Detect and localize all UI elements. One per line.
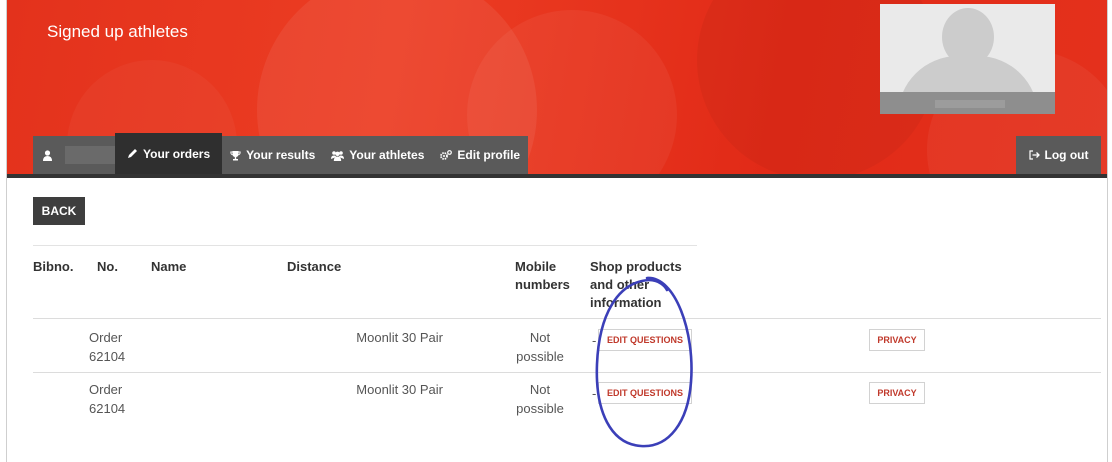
tab-your-results[interactable]: Your results	[222, 136, 323, 174]
logout-label: Log out	[1044, 148, 1089, 162]
tab-edit-profile[interactable]: Edit profile	[432, 136, 528, 174]
gears-icon	[440, 149, 453, 160]
tab-your-orders-label: Your orders	[143, 146, 211, 161]
mobile-line2: possible	[516, 401, 564, 416]
user-icon	[43, 149, 52, 161]
tab-your-athletes[interactable]: Your athletes	[323, 136, 432, 174]
row-1-top-border	[33, 318, 1101, 319]
annotation-ellipse	[595, 276, 693, 448]
mobile-line1: Not	[529, 330, 551, 345]
nav-user[interactable]	[33, 136, 115, 174]
row-order-number: Order 62104	[89, 328, 125, 366]
users-icon	[331, 150, 345, 161]
privacy-button[interactable]: PRIVACY	[869, 329, 925, 351]
row-mobile: Not possible	[501, 380, 579, 418]
main-navbar: Your orders Your results Your athletes E…	[7, 133, 1107, 174]
page-frame: Signed up athletes Your orders Your resu…	[6, 0, 1108, 462]
avatar-name-masked	[880, 92, 1055, 114]
tab-your-orders[interactable]: Your orders	[115, 133, 223, 174]
header-no: No.	[97, 259, 118, 274]
header-banner: Signed up athletes Your orders Your resu…	[7, 0, 1107, 174]
trophy-icon	[230, 150, 241, 160]
tab-your-results-label: Your results	[246, 148, 316, 162]
username-masked	[65, 146, 115, 164]
nav-group: Your orders Your results Your athletes E…	[33, 133, 529, 174]
row-distance: Moonlit 30 Pair	[356, 382, 443, 397]
header-mobile-line1: Mobile	[515, 259, 557, 274]
logout-button[interactable]: Log out	[1016, 136, 1101, 174]
nav-underline	[7, 174, 1107, 178]
tab-your-athletes-label: Your athletes	[349, 148, 425, 162]
row-distance: Moonlit 30 Pair	[356, 330, 443, 345]
header-name: Name	[151, 259, 187, 274]
tab-edit-profile-label: Edit profile	[457, 148, 521, 162]
row-order-number: Order 62104	[89, 380, 125, 418]
sign-out-icon	[1028, 150, 1040, 160]
pencil-icon	[128, 149, 137, 158]
mobile-line1: Not	[529, 382, 551, 397]
privacy-button[interactable]: PRIVACY	[869, 382, 925, 404]
order-label: Order	[89, 382, 123, 397]
order-id: 62104	[89, 349, 126, 364]
back-button[interactable]: BACK	[33, 197, 85, 225]
header-bibno: Bibno.	[33, 259, 74, 274]
row-mobile: Not possible	[501, 328, 579, 366]
header-mobile-line2: numbers	[515, 277, 570, 292]
page-title: Signed up athletes	[47, 22, 188, 41]
table-header-top-border	[33, 245, 697, 246]
row-2-top-border	[33, 372, 1101, 373]
order-label: Order	[89, 330, 123, 345]
mobile-line2: possible	[516, 349, 564, 364]
header-mobile-numbers: Mobile numbers	[515, 258, 570, 294]
avatar[interactable]	[880, 4, 1055, 114]
order-id: 62104	[89, 401, 126, 416]
header-distance: Distance	[287, 259, 342, 274]
